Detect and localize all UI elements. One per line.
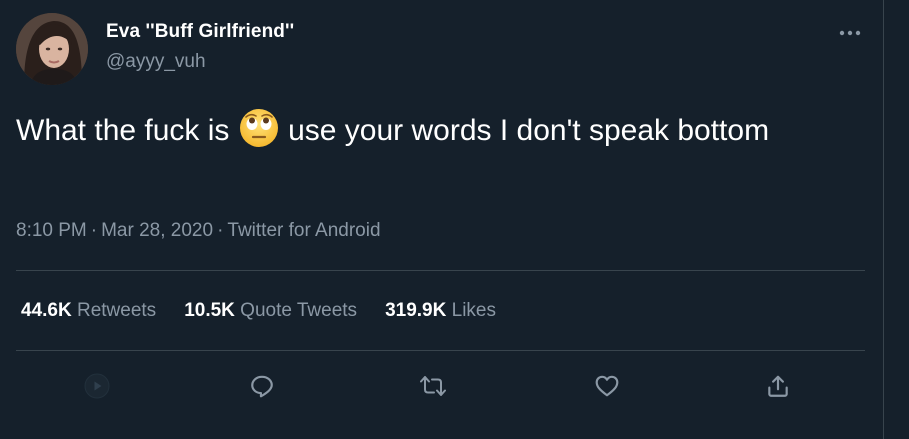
play-icon <box>84 373 110 399</box>
likes-label: Likes <box>451 300 496 321</box>
retweet-icon <box>420 376 446 396</box>
author-handle[interactable]: @ayyy_vuh <box>106 51 206 73</box>
tweet-date[interactable]: Mar 28, 2020 <box>101 220 213 241</box>
divider <box>16 270 865 271</box>
share-icon <box>768 375 788 397</box>
reply-button[interactable] <box>247 371 277 401</box>
tweet-text-part-2: use your words I don't speak bottom <box>279 114 770 147</box>
meta-separator: · <box>90 220 98 241</box>
avatar[interactable] <box>16 13 88 85</box>
retweets-stat[interactable]: 44.6K Retweets <box>21 300 156 322</box>
quote-tweets-stat[interactable]: 10.5K Quote Tweets <box>184 300 357 322</box>
quote-tweets-label: Quote Tweets <box>240 300 358 321</box>
tweet-time[interactable]: 8:10 PM <box>16 220 87 241</box>
share-button[interactable] <box>763 371 793 401</box>
like-button[interactable] <box>592 371 622 401</box>
tweet-text-part-1: What the fuck is <box>16 114 238 147</box>
engagement-stats: 44.6K Retweets 10.5K Quote Tweets 319.9K… <box>21 300 524 322</box>
tweet-text: What the fuck is use your words I don't … <box>16 108 866 152</box>
more-horizontal-icon <box>839 30 861 36</box>
retweet-button[interactable] <box>418 371 448 401</box>
quote-tweets-count: 10.5K <box>184 300 235 321</box>
heart-icon <box>595 375 619 397</box>
reply-icon <box>251 375 273 398</box>
tweet-metadata: 8:10 PM · Mar 28, 2020 · Twitter for Android <box>16 220 381 242</box>
more-options-button[interactable] <box>834 18 866 48</box>
avatar-photo <box>16 13 88 85</box>
author-display-name[interactable]: Eva ''Buff Girlfriend'' <box>106 21 294 43</box>
meta-separator: · <box>217 220 224 241</box>
play-button[interactable] <box>82 371 112 401</box>
likes-count: 319.9K <box>385 300 447 321</box>
tweet-source[interactable]: Twitter for Android <box>227 220 380 241</box>
likes-stat[interactable]: 319.9K Likes <box>385 300 496 322</box>
retweets-count: 44.6K <box>21 300 72 321</box>
column-border <box>883 0 884 439</box>
face-with-rolling-eyes-emoji-icon <box>239 108 279 148</box>
divider <box>16 350 865 351</box>
retweets-label: Retweets <box>76 300 157 321</box>
